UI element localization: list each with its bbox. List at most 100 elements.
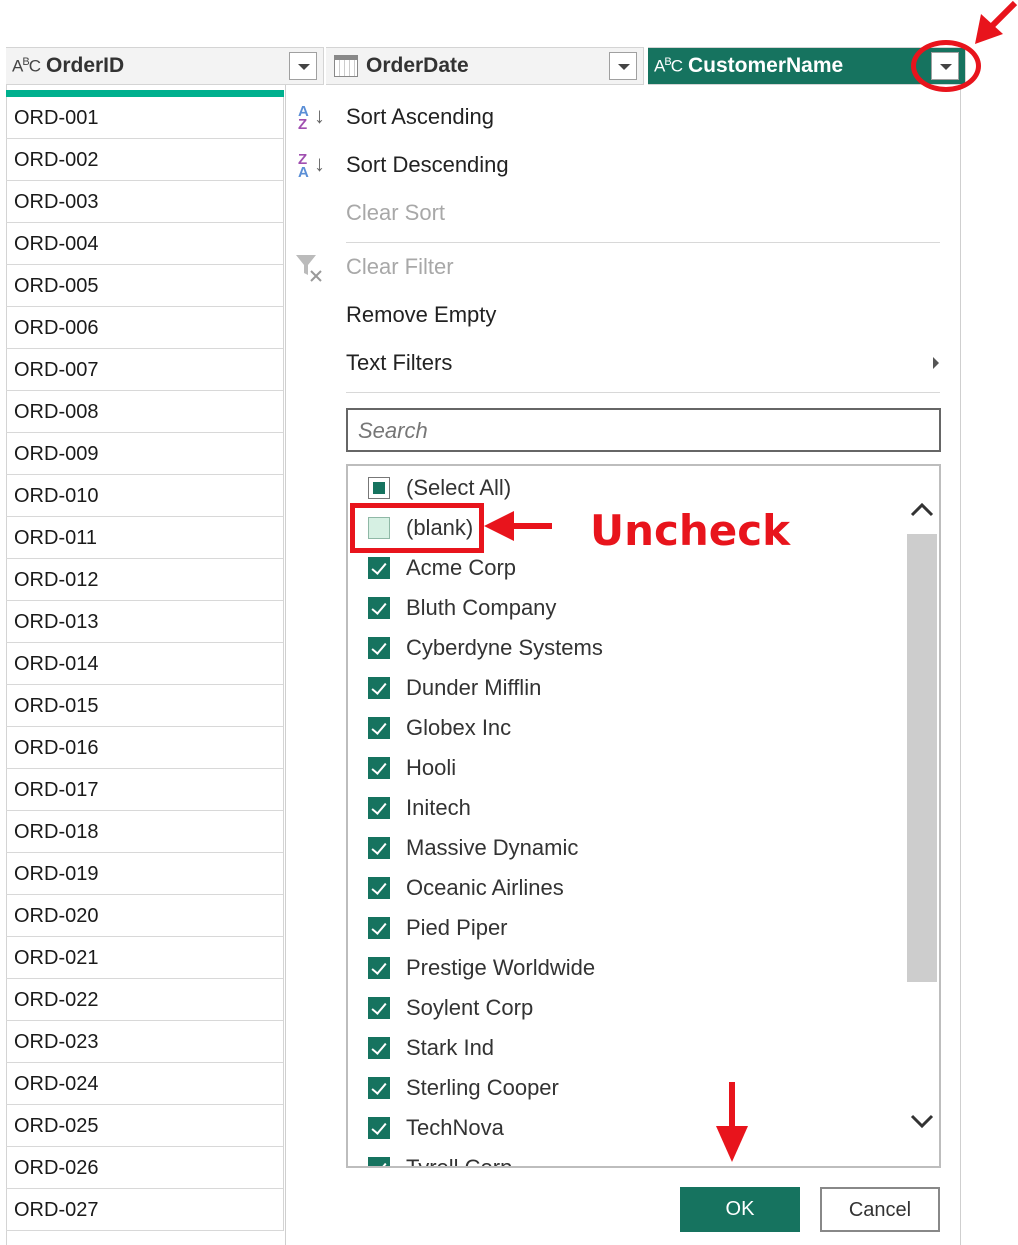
calendar-icon[interactable] bbox=[334, 55, 358, 77]
checkbox[interactable] bbox=[368, 1077, 390, 1099]
column-header-orderdate[interactable]: OrderDate bbox=[326, 47, 644, 85]
checkbox[interactable] bbox=[368, 597, 390, 619]
scrollbar-thumb[interactable] bbox=[907, 534, 937, 982]
text-filters-item[interactable]: Text Filters bbox=[346, 350, 452, 376]
text-type-icon[interactable]: ABC bbox=[648, 56, 688, 77]
filter-item-label: Stark Ind bbox=[406, 1035, 495, 1060]
table-row[interactable]: ORD-019 bbox=[6, 853, 283, 895]
checkbox[interactable] bbox=[368, 997, 390, 1019]
filter-item-label: Pied Piper bbox=[406, 915, 508, 940]
table-row[interactable]: ORD-020 bbox=[6, 895, 283, 937]
table-row[interactable]: ORD-012 bbox=[6, 559, 283, 601]
table-row[interactable]: ORD-024 bbox=[6, 1063, 283, 1105]
checkbox[interactable] bbox=[368, 957, 390, 979]
scroll-up-icon[interactable] bbox=[905, 494, 939, 528]
filter-list-item[interactable]: Acme Corp bbox=[368, 551, 516, 585]
filter-list-item[interactable]: Oceanic Airlines bbox=[368, 871, 564, 905]
column-title: OrderDate bbox=[366, 54, 469, 77]
table-row[interactable]: ORD-015 bbox=[6, 685, 283, 727]
filter-list-item[interactable]: Hooli bbox=[368, 751, 456, 785]
list-scrollbar[interactable] bbox=[905, 466, 939, 1166]
checkbox[interactable] bbox=[368, 717, 390, 739]
filter-item-label: Globex Inc bbox=[406, 715, 512, 740]
sort-descending-item[interactable]: Sort Descending bbox=[346, 152, 509, 178]
sort-descending-icon: ZA bbox=[298, 151, 309, 181]
column-title: CustomerName bbox=[688, 54, 844, 77]
down-arrow-icon: ↓ bbox=[314, 151, 325, 176]
power-query-editor: ABC OrderID OrderDate ABC CustomerName O… bbox=[0, 0, 1018, 1245]
checkbox[interactable] bbox=[368, 837, 390, 859]
checkbox[interactable] bbox=[368, 757, 390, 779]
table-row[interactable]: ORD-006 bbox=[6, 307, 283, 349]
filter-list-item[interactable]: Pied Piper bbox=[368, 911, 508, 945]
table-row[interactable]: ORD-017 bbox=[6, 769, 283, 811]
table-row[interactable]: ORD-016 bbox=[6, 727, 283, 769]
checkbox[interactable] bbox=[368, 477, 390, 499]
table-row[interactable]: ORD-023 bbox=[6, 1021, 283, 1063]
filter-list-item[interactable]: Massive Dynamic bbox=[368, 831, 578, 865]
table-row[interactable]: ORD-005 bbox=[6, 265, 283, 307]
filter-item-label: TechNova bbox=[406, 1115, 504, 1140]
checkbox[interactable] bbox=[368, 1037, 390, 1059]
table-row[interactable]: ORD-014 bbox=[6, 643, 283, 685]
checkbox[interactable] bbox=[368, 1157, 390, 1166]
text-type-icon[interactable]: ABC bbox=[6, 56, 46, 77]
filter-item-label: Acme Corp bbox=[406, 555, 517, 580]
filter-dropdown-button[interactable] bbox=[609, 52, 637, 80]
table-row[interactable]: ORD-018 bbox=[6, 811, 283, 853]
orderid-column-cells: ORD-001 ORD-002 ORD-003 ORD-004 ORD-005 ORD-0… bbox=[6, 97, 284, 1231]
menu-separator bbox=[346, 242, 940, 243]
filter-list-item[interactable]: Globex Inc bbox=[368, 711, 511, 745]
menu-separator bbox=[346, 392, 940, 393]
search-input[interactable]: Search bbox=[346, 408, 941, 452]
cancel-button[interactable]: Cancel bbox=[820, 1187, 940, 1232]
table-row[interactable]: ORD-009 bbox=[6, 433, 283, 475]
filter-list-item[interactable]: (Select All) bbox=[368, 471, 511, 505]
clear-filter-item[interactable]: Clear Filter bbox=[346, 254, 454, 280]
table-row[interactable]: ORD-007 bbox=[6, 349, 283, 391]
table-row[interactable]: ORD-011 bbox=[6, 517, 283, 559]
clear-sort-item[interactable]: Clear Sort bbox=[346, 200, 445, 226]
table-row[interactable]: ORD-027 bbox=[6, 1189, 283, 1231]
clear-filter-icon bbox=[296, 255, 322, 282]
sort-ascending-item[interactable]: Sort Ascending bbox=[346, 104, 494, 130]
table-row[interactable]: ORD-022 bbox=[6, 979, 283, 1021]
sort-ascending-icon: AZ bbox=[298, 103, 309, 133]
arrow-icon bbox=[975, 0, 1018, 44]
table-row[interactable]: ORD-004 bbox=[6, 223, 283, 265]
filter-list-item[interactable]: Cyberdyne Systems bbox=[368, 631, 603, 665]
filter-list-item[interactable]: Bluth Company bbox=[368, 591, 556, 625]
filter-value-list[interactable]: Tyrell Corp TechNova Sterling Cooper Stark … bbox=[346, 464, 941, 1168]
checkbox[interactable] bbox=[368, 557, 390, 579]
filter-item-label: Bluth Company bbox=[406, 595, 557, 620]
table-row[interactable]: ORD-010 bbox=[6, 475, 283, 517]
checkbox[interactable] bbox=[368, 677, 390, 699]
filter-list-item[interactable]: Initech bbox=[368, 791, 471, 825]
filter-item-label: Cyberdyne Systems bbox=[406, 635, 603, 660]
table-row[interactable]: ORD-001 bbox=[6, 97, 283, 139]
table-row[interactable]: ORD-002 bbox=[6, 139, 283, 181]
checkbox[interactable] bbox=[368, 637, 390, 659]
filter-dropdown-button[interactable] bbox=[289, 52, 317, 80]
checkbox[interactable] bbox=[368, 877, 390, 899]
ok-button[interactable]: OK bbox=[680, 1187, 800, 1232]
column-header-orderid[interactable]: ABC OrderID bbox=[6, 47, 324, 85]
filter-list-item[interactable]: Stark Ind bbox=[368, 1031, 494, 1065]
table-row[interactable]: ORD-013 bbox=[6, 601, 283, 643]
checkbox[interactable] bbox=[368, 917, 390, 939]
table-row[interactable]: ORD-026 bbox=[6, 1147, 283, 1189]
remove-empty-item[interactable]: Remove Empty bbox=[346, 302, 496, 328]
checkbox[interactable] bbox=[368, 797, 390, 819]
table-row[interactable]: ORD-025 bbox=[6, 1105, 283, 1147]
filter-list-item[interactable]: Soylent Corp bbox=[368, 991, 533, 1025]
filter-list-item[interactable]: Dunder Mifflin bbox=[368, 671, 541, 705]
table-row[interactable]: ORD-008 bbox=[6, 391, 283, 433]
filter-list-item[interactable]: Tyrell Corp bbox=[368, 1151, 512, 1166]
checkbox[interactable] bbox=[368, 1117, 390, 1139]
filter-list-item[interactable]: Sterling Cooper bbox=[368, 1071, 559, 1105]
scroll-down-icon[interactable] bbox=[905, 1104, 939, 1138]
table-row[interactable]: ORD-021 bbox=[6, 937, 283, 979]
filter-list-item[interactable]: Prestige Worldwide bbox=[368, 951, 595, 985]
table-row[interactable]: ORD-003 bbox=[6, 181, 283, 223]
filter-list-item[interactable]: TechNova bbox=[368, 1111, 504, 1145]
